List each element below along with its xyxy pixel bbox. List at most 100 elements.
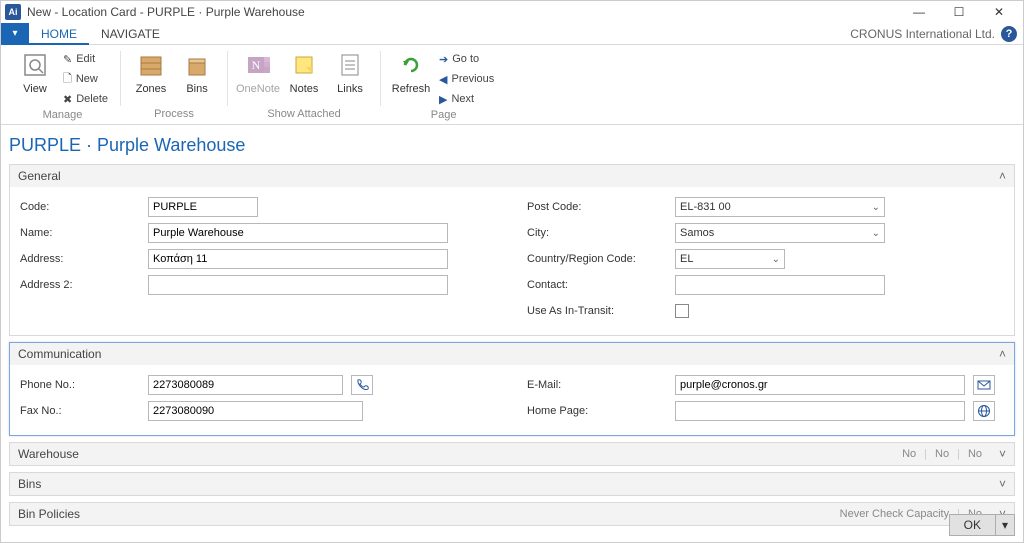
fax-label: Fax No.: [20,405,140,417]
next-button[interactable]: ▶Next [435,89,498,109]
titlebar: Ai New - Location Card - PURPLE · Purple… [1,1,1023,23]
new-button[interactable]: 🗋New [59,69,112,89]
refresh-button[interactable]: Refresh [389,47,433,109]
minimize-button[interactable]: — [899,1,939,23]
address2-input[interactable] [148,275,448,295]
delete-button[interactable]: ✖Delete [59,89,112,109]
homepage-action-button[interactable] [973,401,995,421]
ribbon: View ✎Edit 🗋New ✖Delete Manage Zones [1,45,1023,125]
code-label: Code: [20,201,140,213]
svg-text:N: N [252,58,261,72]
useastransit-checkbox[interactable] [675,304,689,318]
ok-split-button[interactable]: ▾ [996,514,1015,536]
group-manage: View ✎Edit 🗋New ✖Delete Manage [7,47,118,124]
links-button[interactable]: Links [328,47,372,108]
fasttab-bins: Bins ˅ [9,472,1015,496]
notes-button[interactable]: Notes [282,47,326,108]
tab-navigate[interactable]: NAVIGATE [89,23,172,45]
goto-icon: ➔ [439,53,448,66]
chevron-down-icon: ⌄ [772,254,780,265]
onenote-label: OneNote [236,83,280,95]
onenote-icon: N [242,49,274,81]
postcode-dropdown[interactable]: EL-831 00⌄ [675,197,885,217]
notes-label: Notes [290,83,319,95]
zones-icon [135,49,167,81]
zones-label: Zones [136,83,167,95]
chevron-down-icon: ⌄ [872,228,880,239]
phone-label: Phone No.: [20,379,140,391]
company-label: CRONUS International Ltd. ? [850,26,1017,42]
email-action-button[interactable] [973,375,995,395]
showattached-group-label: Show Attached [236,108,372,124]
email-input[interactable] [675,375,965,395]
city-dropdown[interactable]: Samos⌄ [675,223,885,243]
page-content: PURPLE · Purple Warehouse General ˄ Code… [1,125,1023,542]
zones-button[interactable]: Zones [129,47,173,108]
onenote-button[interactable]: N OneNote [236,47,280,108]
address2-label: Address 2: [20,279,140,291]
bins-title: Bins [18,477,41,491]
fasttab-general-header[interactable]: General ˄ [10,165,1014,187]
group-page: Refresh ➔Go to ◀Previous ▶Next Page [383,47,504,124]
warehouse-summary: No| No| No [902,448,982,460]
company-text: CRONUS International Ltd. [850,27,995,41]
phone-input[interactable] [148,375,343,395]
help-icon[interactable]: ? [1001,26,1017,42]
chevron-down-icon: ˅ [999,477,1006,491]
fasttab-bins-header[interactable]: Bins ˅ [10,473,1014,495]
previous-icon: ◀ [439,73,447,86]
address-label: Address: [20,253,140,265]
edit-icon: ✎ [63,53,72,66]
country-dropdown[interactable]: EL⌄ [675,249,785,269]
address-input[interactable] [148,249,448,269]
postcode-label: Post Code: [527,201,667,213]
bins-button[interactable]: Bins [175,47,219,108]
fax-input[interactable] [148,401,363,421]
app-icon: Ai [5,4,21,20]
homepage-label: Home Page: [527,405,667,417]
communication-title: Communication [18,347,101,361]
edit-button[interactable]: ✎Edit [59,49,112,69]
maximize-button[interactable]: ☐ [939,1,979,23]
process-group-label: Process [129,108,219,124]
chevron-down-icon: ⌄ [872,202,880,213]
email-label: E-Mail: [527,379,667,391]
globe-icon [977,404,991,418]
city-label: City: [527,227,667,239]
code-input[interactable] [148,197,258,217]
group-showattached: N OneNote Notes Links Show Attached [230,47,378,124]
view-button[interactable]: View [13,47,57,109]
previous-button[interactable]: ◀Previous [435,69,498,89]
chevron-up-icon: ˄ [999,347,1006,361]
country-label: Country/Region Code: [527,253,667,265]
ribbon-tabs: ▾ HOME NAVIGATE CRONUS International Ltd… [1,23,1023,45]
refresh-icon [395,49,427,81]
name-input[interactable] [148,223,448,243]
page-title: PURPLE · Purple Warehouse [9,131,1015,164]
fasttab-binpolicies-header[interactable]: Bin Policies Never Check Capacity| No ˅ [10,503,1014,525]
contact-label: Contact: [527,279,667,291]
links-icon [334,49,366,81]
phone-icon [355,378,369,392]
homepage-input[interactable] [675,401,965,421]
file-tab[interactable]: ▾ [1,23,29,45]
goto-button[interactable]: ➔Go to [435,49,498,69]
view-icon [19,49,51,81]
fasttab-communication-header[interactable]: Communication ˄ [10,343,1014,365]
ok-button[interactable]: OK [949,514,996,536]
ok-bar: OK ▾ [949,514,1015,536]
chevron-up-icon: ˄ [999,169,1006,183]
manage-group-label: Manage [13,109,112,124]
fasttab-warehouse-header[interactable]: Warehouse No| No| No ˅ [10,443,1014,465]
group-process: Zones Bins Process [123,47,225,124]
page-group-label: Page [389,109,498,124]
new-icon: 🗋 [63,70,72,89]
close-button[interactable]: ✕ [979,1,1019,23]
phone-action-button[interactable] [351,375,373,395]
tab-home[interactable]: HOME [29,23,89,45]
fasttab-communication: Communication ˄ Phone No.: Fax No.: E-Ma… [9,342,1015,436]
contact-input[interactable] [675,275,885,295]
useastransit-label: Use As In-Transit: [527,305,667,317]
window-title: New - Location Card - PURPLE · Purple Wa… [27,5,305,19]
view-label: View [23,83,47,95]
